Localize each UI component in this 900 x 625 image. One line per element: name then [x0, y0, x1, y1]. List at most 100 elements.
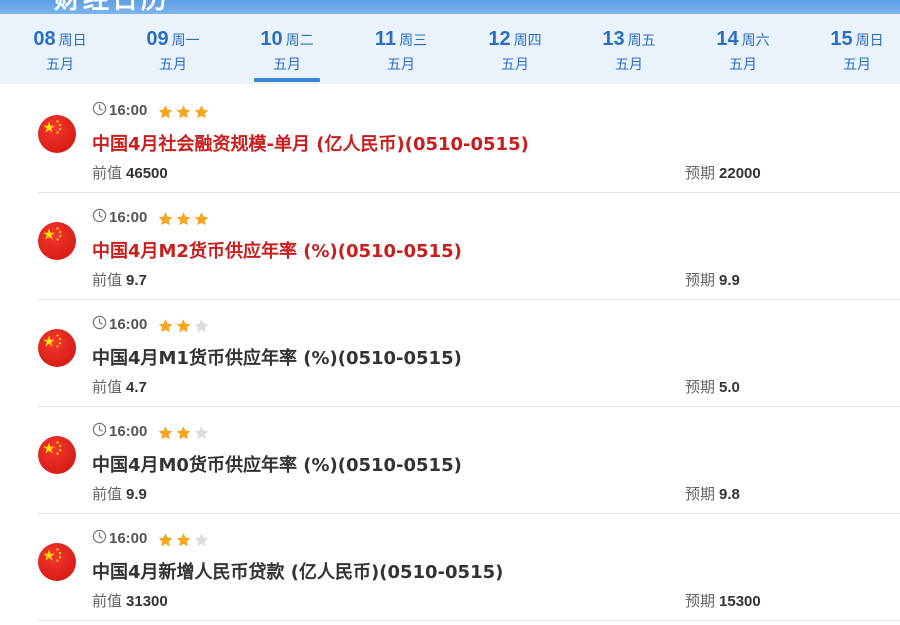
date-tab-11[interactable]: 11 周三五月: [368, 14, 434, 84]
weekday-label: 周四: [513, 33, 542, 49]
forecast-value: 预期 15300: [685, 590, 761, 611]
weekday-label: 周二: [285, 33, 314, 49]
previous-value: 前值 9.9: [92, 483, 147, 504]
date-tab-label: 14 周六: [710, 28, 776, 51]
star-filled-icon: [175, 104, 192, 120]
date-tab-label: 10 周二: [254, 28, 320, 51]
month-label: 五月: [159, 57, 187, 73]
star-empty-icon: [193, 532, 210, 548]
star-filled-icon: [193, 211, 210, 227]
event-title[interactable]: 中国4月M1货币供应年率 (%)(0510-0515): [92, 344, 462, 370]
date-tab-08[interactable]: 08 周日五月: [27, 14, 93, 84]
day-number: 12: [488, 28, 511, 50]
forecast-label: 预期: [685, 592, 716, 610]
weekday-label: 周日: [855, 33, 884, 49]
date-tab-13[interactable]: 13 周五五月: [596, 14, 662, 84]
date-tab-14[interactable]: 14 周六五月: [710, 14, 776, 84]
date-tab-12[interactable]: 12 周四五月: [482, 14, 548, 84]
month-label: 五月: [501, 57, 529, 73]
china-flag-icon: [38, 222, 76, 260]
previous-number: 31300: [126, 593, 168, 610]
date-tab-label: 08 周日: [27, 28, 93, 51]
previous-label: 前值: [92, 485, 123, 503]
event-title[interactable]: 中国4月M2货币供应年率 (%)(0510-0515): [92, 237, 462, 263]
forecast-label: 预期: [685, 164, 716, 182]
event-time: 16:00: [109, 209, 148, 226]
month-label: 五月: [387, 57, 415, 73]
day-number: 08: [33, 28, 56, 50]
date-selector: 08 周日 五月 09 周一 五月 10 周二 五月 11 周三 五月 12 周四 五月 13 周五 五月 14 周六…: [0, 14, 900, 84]
date-tab-09[interactable]: 09 周一五月: [140, 14, 206, 84]
event-time: 16:00: [109, 530, 148, 547]
weekday-label: 周六: [741, 33, 770, 49]
star-filled-icon: [157, 532, 174, 548]
star-filled-icon: [157, 318, 174, 334]
star-filled-icon: [157, 104, 174, 120]
header-bar: 财经日历: [0, 0, 900, 14]
event-time-row: 16:00: [92, 314, 211, 334]
event-title[interactable]: 中国4月新增人民币贷款 (亿人民币)(0510-0515): [92, 558, 503, 584]
weekday-label: 周一: [171, 33, 200, 49]
china-flag-icon: [38, 329, 76, 367]
event-row[interactable]: 16:00 中国4月M2货币供应年率 (%)(0510-0515) 前值 9.7 预期 9…: [38, 193, 900, 300]
forecast-value: 预期 22000: [685, 162, 761, 183]
day-number: 10: [260, 28, 283, 50]
month-label: 五月: [843, 57, 871, 73]
event-title[interactable]: 中国4月M0货币供应年率 (%)(0510-0515): [92, 451, 462, 477]
event-time-row: 16:00: [92, 100, 211, 120]
date-tab-label: 13 周五: [596, 28, 662, 51]
event-row[interactable]: 16:00 中国4月M1货币供应年率 (%)(0510-0515) 前值 4.7 预期 5…: [38, 300, 900, 407]
event-time-row: 16:00: [92, 528, 211, 548]
event-title[interactable]: 中国4月社会融资规模-单月 (亿人民币)(0510-0515): [92, 130, 529, 156]
star-empty-icon: [193, 318, 210, 334]
star-filled-icon: [175, 211, 192, 227]
event-row[interactable]: 16:00 中国4月M0货币供应年率 (%)(0510-0515) 前值 9.9 预期 9…: [38, 407, 900, 514]
event-time-row: 16:00: [92, 207, 211, 227]
date-tab-label: 09 周一: [140, 28, 206, 51]
previous-number: 4.7: [126, 379, 147, 396]
star-filled-icon: [157, 211, 174, 227]
previous-number: 9.9: [126, 486, 147, 503]
clock-icon: [92, 208, 107, 227]
forecast-value: 预期 9.9: [685, 269, 740, 290]
forecast-number: 9.8: [719, 486, 740, 503]
date-tab-15[interactable]: 15 周日五月: [824, 14, 890, 84]
forecast-label: 预期: [685, 485, 716, 503]
month-label: 五月: [46, 57, 74, 73]
forecast-number: 22000: [719, 165, 761, 182]
previous-value: 前值 9.7: [92, 269, 147, 290]
event-row[interactable]: 16:00 中国4月社会融资规模-单月 (亿人民币)(0510-0515) 前值 46…: [38, 86, 900, 193]
event-time: 16:00: [109, 316, 148, 333]
day-number: 11: [374, 28, 397, 50]
star-empty-icon: [193, 425, 210, 441]
clock-icon: [92, 529, 107, 548]
importance-stars: [157, 208, 211, 227]
china-flag-icon: [38, 436, 76, 474]
weekday-label: 周日: [58, 33, 87, 49]
page-title: 财经日历: [54, 0, 170, 14]
event-row[interactable]: 16:00 中国4月新增人民币贷款 (亿人民币)(0510-0515) 前值 3130…: [38, 514, 900, 621]
date-tab-label: 11 周三: [368, 28, 434, 51]
star-filled-icon: [193, 104, 210, 120]
previous-label: 前值: [92, 271, 123, 289]
date-tab-10[interactable]: 10 周二 五月: [254, 14, 320, 84]
month-label: 五月: [615, 57, 643, 73]
event-time: 16:00: [109, 423, 148, 440]
clock-icon: [92, 422, 107, 441]
forecast-number: 15300: [719, 593, 761, 610]
forecast-number: 5.0: [719, 379, 740, 396]
previous-label: 前值: [92, 164, 123, 182]
previous-value: 前值 4.7: [92, 376, 147, 397]
forecast-number: 9.9: [719, 272, 740, 289]
china-flag-icon: [38, 115, 76, 153]
previous-value: 前值 31300: [92, 590, 168, 611]
star-filled-icon: [157, 425, 174, 441]
day-number: 15: [830, 28, 853, 50]
event-time: 16:00: [109, 102, 148, 119]
previous-number: 46500: [126, 165, 168, 182]
china-flag-icon: [38, 543, 76, 581]
month-label: 五月: [729, 57, 757, 73]
day-number: 13: [602, 28, 625, 50]
weekday-label: 周三: [399, 33, 428, 49]
event-time-row: 16:00: [92, 421, 211, 441]
